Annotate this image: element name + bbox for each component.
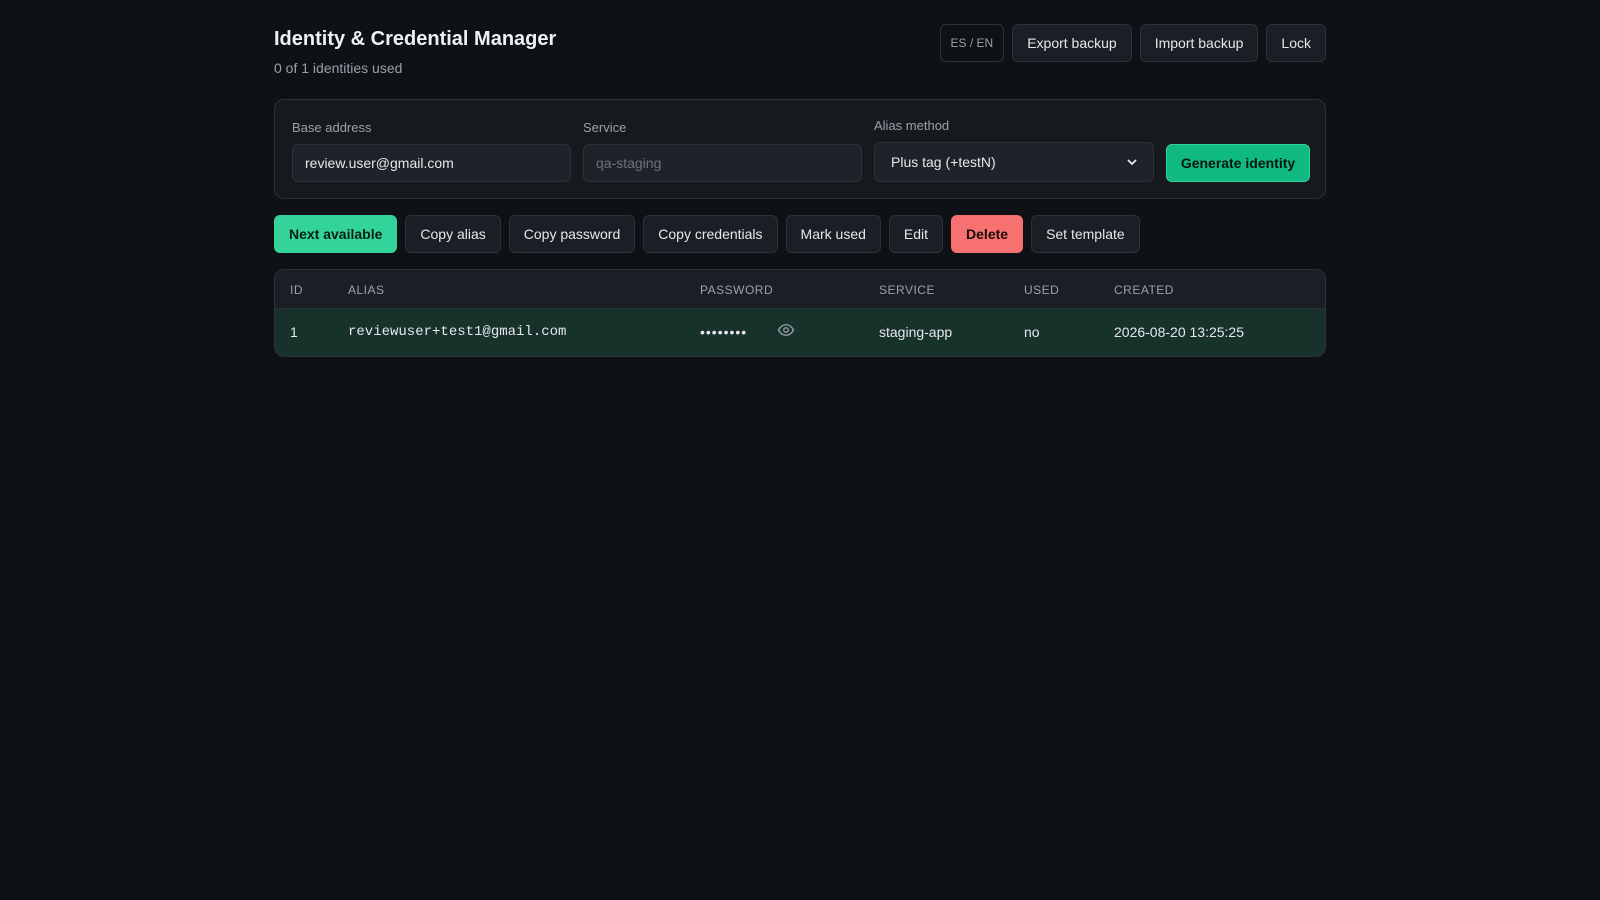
base-address-label: Base address (292, 120, 372, 135)
edit-button[interactable]: Edit (888, 215, 944, 253)
mark-used-button[interactable]: Mark used (785, 215, 881, 253)
column-header-service: SERVICE (879, 283, 935, 297)
table-row[interactable]: 1 reviewuser+test1@gmail.com •••••••• st… (275, 309, 1325, 356)
next-available-button[interactable]: Next available (274, 215, 398, 253)
cell-created: 2026-08-20 13:25:25 (1114, 324, 1244, 340)
cell-password: •••••••• (700, 324, 748, 340)
alias-method-selected: Plus tag (+testN) (891, 154, 996, 170)
service-label: Service (583, 120, 627, 135)
column-header-alias: ALIAS (348, 283, 385, 297)
service-input[interactable] (583, 144, 862, 182)
column-header-used: USED (1024, 283, 1060, 297)
page-header: Identity & Credential Manager 0 of 1 ide… (274, 0, 1326, 99)
lock-button[interactable]: Lock (1266, 24, 1326, 62)
column-header-id: ID (290, 283, 303, 297)
cell-alias: reviewuser+test1@gmail.com (348, 324, 567, 340)
copy-password-button[interactable]: Copy password (508, 215, 636, 253)
header-actions: ES / EN Export backup Import backup Lock (939, 24, 1326, 62)
cell-service: staging-app (879, 324, 953, 340)
eye-icon[interactable] (777, 321, 795, 339)
usage-counter: 0 of 1 identities used (274, 60, 403, 76)
identities-table: ID ALIAS PASSWORD SERVICE USED CREATED 1… (274, 269, 1326, 357)
import-backup-button[interactable]: Import backup (1139, 24, 1259, 62)
column-header-created: CREATED (1114, 283, 1174, 297)
table-header: ID ALIAS PASSWORD SERVICE USED CREATED (275, 270, 1325, 309)
export-backup-button[interactable]: Export backup (1012, 24, 1132, 62)
page-title: Identity & Credential Manager (274, 28, 557, 50)
copy-alias-button[interactable]: Copy alias (405, 215, 501, 253)
language-toggle-button[interactable]: ES / EN (939, 24, 1005, 62)
alias-method-label: Alias method (874, 118, 950, 133)
alias-method-select[interactable]: Plus tag (+testN) (874, 142, 1154, 182)
cell-id: 1 (290, 324, 298, 340)
column-header-password: PASSWORD (700, 283, 774, 297)
set-template-button[interactable]: Set template (1031, 215, 1140, 253)
identity-toolbar: Next available Copy alias Copy password … (274, 215, 1140, 253)
delete-button[interactable]: Delete (951, 215, 1024, 253)
chevron-down-icon (1127, 159, 1137, 166)
app-container: Identity & Credential Manager 0 of 1 ide… (274, 0, 1326, 357)
generate-identity-button[interactable]: Generate identity (1166, 144, 1310, 182)
base-address-input[interactable] (292, 144, 571, 182)
cell-used: no (1024, 324, 1040, 340)
copy-credentials-button[interactable]: Copy credentials (643, 215, 778, 253)
generator-form: Base address Service Alias method Plus t… (274, 99, 1326, 199)
